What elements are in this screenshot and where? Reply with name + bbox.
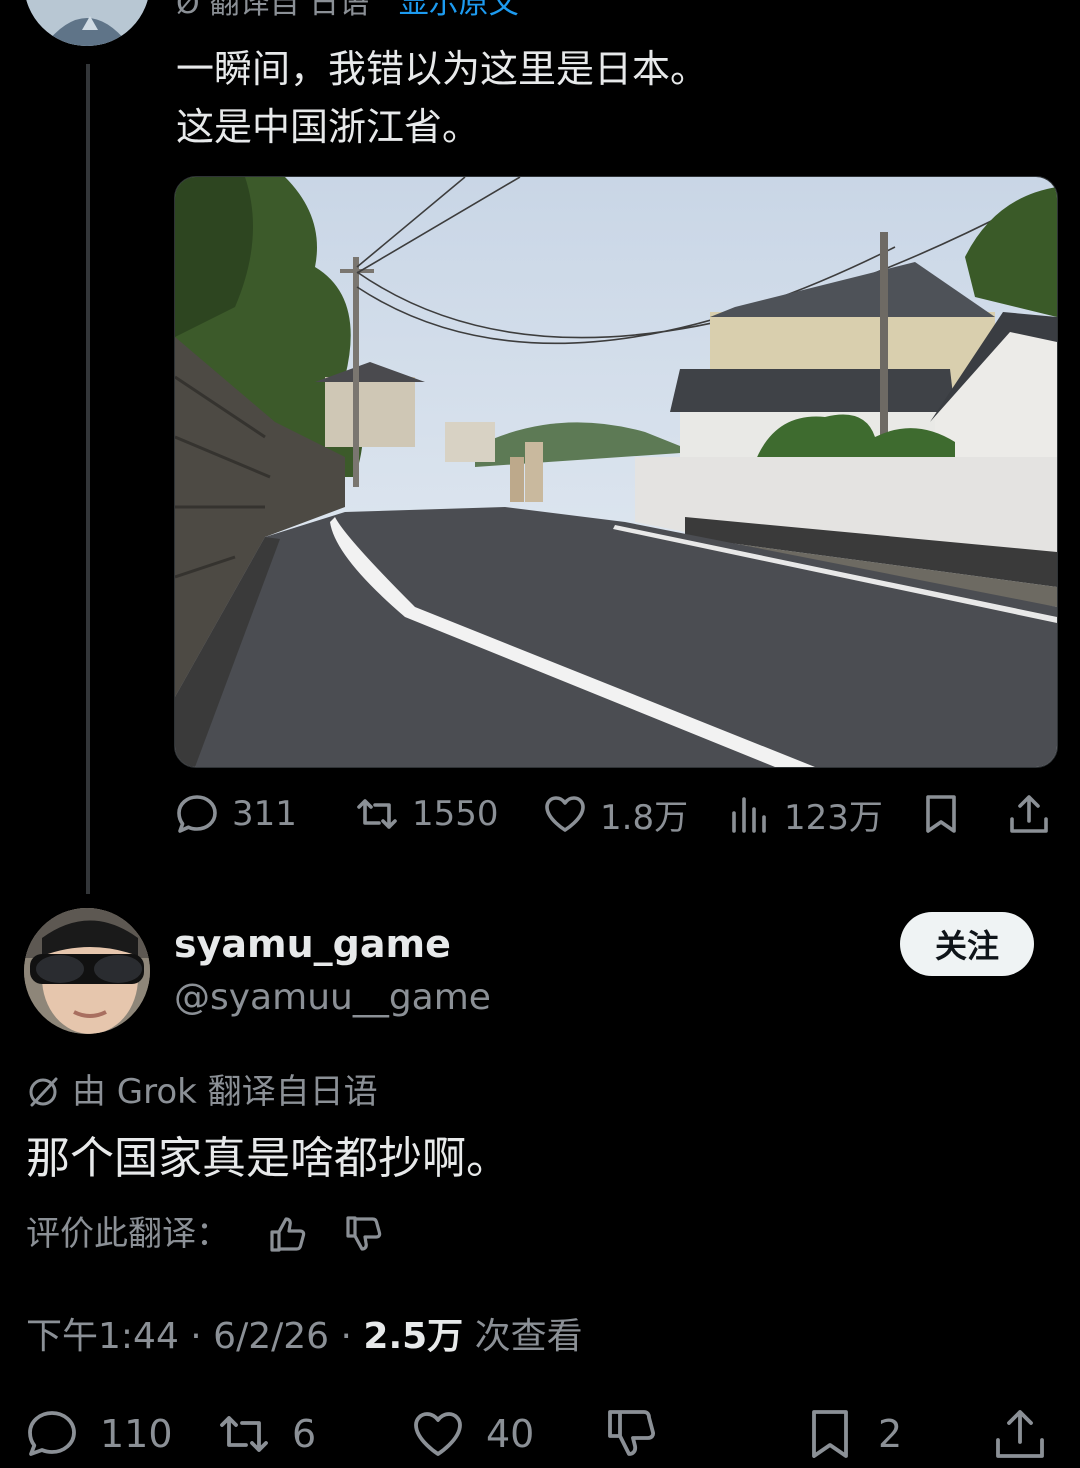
reply-tweet-text: 那个国家真是啥都抄啊。 — [26, 1133, 510, 1184]
rate-translation-row: 评价此翻译： — [26, 1210, 230, 1258]
retweet-button[interactable]: 6 — [216, 1402, 316, 1466]
views-count: 123万 — [784, 797, 883, 838]
share-icon — [996, 1410, 1044, 1458]
street-photo-image — [175, 177, 1057, 767]
thumbs-down-icon — [346, 1216, 382, 1251]
thumbs-down-icon — [608, 1410, 655, 1456]
like-icon — [545, 796, 585, 832]
translation-label: 翻译自 日语 — [209, 0, 370, 21]
translate-icon — [29, 1077, 58, 1107]
reply-display-name[interactable]: syamu_game — [174, 918, 451, 970]
show-original-link[interactable]: 显示原文 — [399, 0, 519, 21]
grok-translation-header: 由 Grok 翻译自日语 — [26, 1068, 378, 1116]
tweet-meta: 下午1:44 · 6/2/26 · 2.5万 次查看 — [26, 1312, 583, 1362]
reply-icon — [28, 1411, 76, 1456]
tweet-view-count: 2.5万 — [363, 1316, 464, 1357]
retweet-count: 1550 — [412, 794, 499, 834]
reply-avatar[interactable] — [24, 908, 150, 1034]
like-button[interactable]: 40 — [410, 1402, 534, 1466]
parent-text-line: 这是中国浙江省。 — [176, 105, 481, 149]
thread-connector-line — [86, 64, 90, 894]
thumbs-down-button[interactable] — [344, 1214, 384, 1254]
thumbs-up-icon — [270, 1217, 306, 1252]
dislike-button[interactable] — [604, 1402, 660, 1466]
parent-translation-header: Ø 翻译自 日语 显示原文 — [176, 0, 519, 22]
like-count: 1.8万 — [600, 797, 689, 838]
translate-icon: Ø — [176, 0, 200, 21]
reply-action-bar: 110 6 40 2 — [24, 1402, 1064, 1466]
bookmark-button[interactable]: 2 — [802, 1402, 902, 1466]
parent-tweet-text: 一瞬间，我错以为这里是日本。 这是中国浙江省。 — [176, 40, 708, 156]
tweet-timestamp[interactable]: 下午1:44 · 6/2/26 · — [26, 1316, 363, 1357]
parent-avatar[interactable] — [24, 0, 150, 46]
retweet-button[interactable]: 1550 — [354, 784, 499, 844]
reply-button[interactable]: 110 — [24, 1402, 173, 1466]
bookmark-icon — [926, 795, 956, 833]
follow-button[interactable]: 关注 — [900, 912, 1034, 976]
like-icon — [414, 1412, 462, 1456]
tweet-view-label: 次查看 — [463, 1316, 583, 1357]
thumbs-up-button[interactable] — [268, 1214, 308, 1254]
reply-count: 110 — [100, 1412, 173, 1456]
views-button[interactable]: 123万 — [726, 784, 883, 844]
reply-count: 311 — [232, 794, 297, 834]
share-icon — [1010, 795, 1048, 833]
retweet-icon — [357, 799, 397, 829]
reply-button[interactable]: 311 — [174, 784, 297, 844]
parent-text-line: 一瞬间，我错以为这里是日本。 — [176, 47, 709, 91]
share-button[interactable] — [1006, 784, 1052, 844]
bookmark-button[interactable] — [918, 784, 964, 844]
like-count: 40 — [486, 1412, 535, 1456]
views-icon — [732, 797, 766, 833]
retweet-icon — [220, 1416, 268, 1452]
grok-translation-label: 由 Grok 翻译自日语 — [72, 1072, 378, 1112]
rate-translation-label: 评价此翻译： — [26, 1214, 230, 1254]
reply-icon — [177, 795, 217, 833]
tweet-photo[interactable] — [174, 176, 1058, 768]
like-button[interactable]: 1.8万 — [542, 784, 688, 844]
bookmark-icon — [812, 1410, 848, 1458]
retweet-count: 6 — [292, 1412, 317, 1456]
reply-handle[interactable]: @syamuu__game — [174, 972, 491, 1024]
share-button[interactable] — [992, 1402, 1048, 1466]
parent-action-bar: 311 1550 1.8万 123万 — [174, 784, 1056, 844]
bookmark-count: 2 — [878, 1412, 903, 1456]
